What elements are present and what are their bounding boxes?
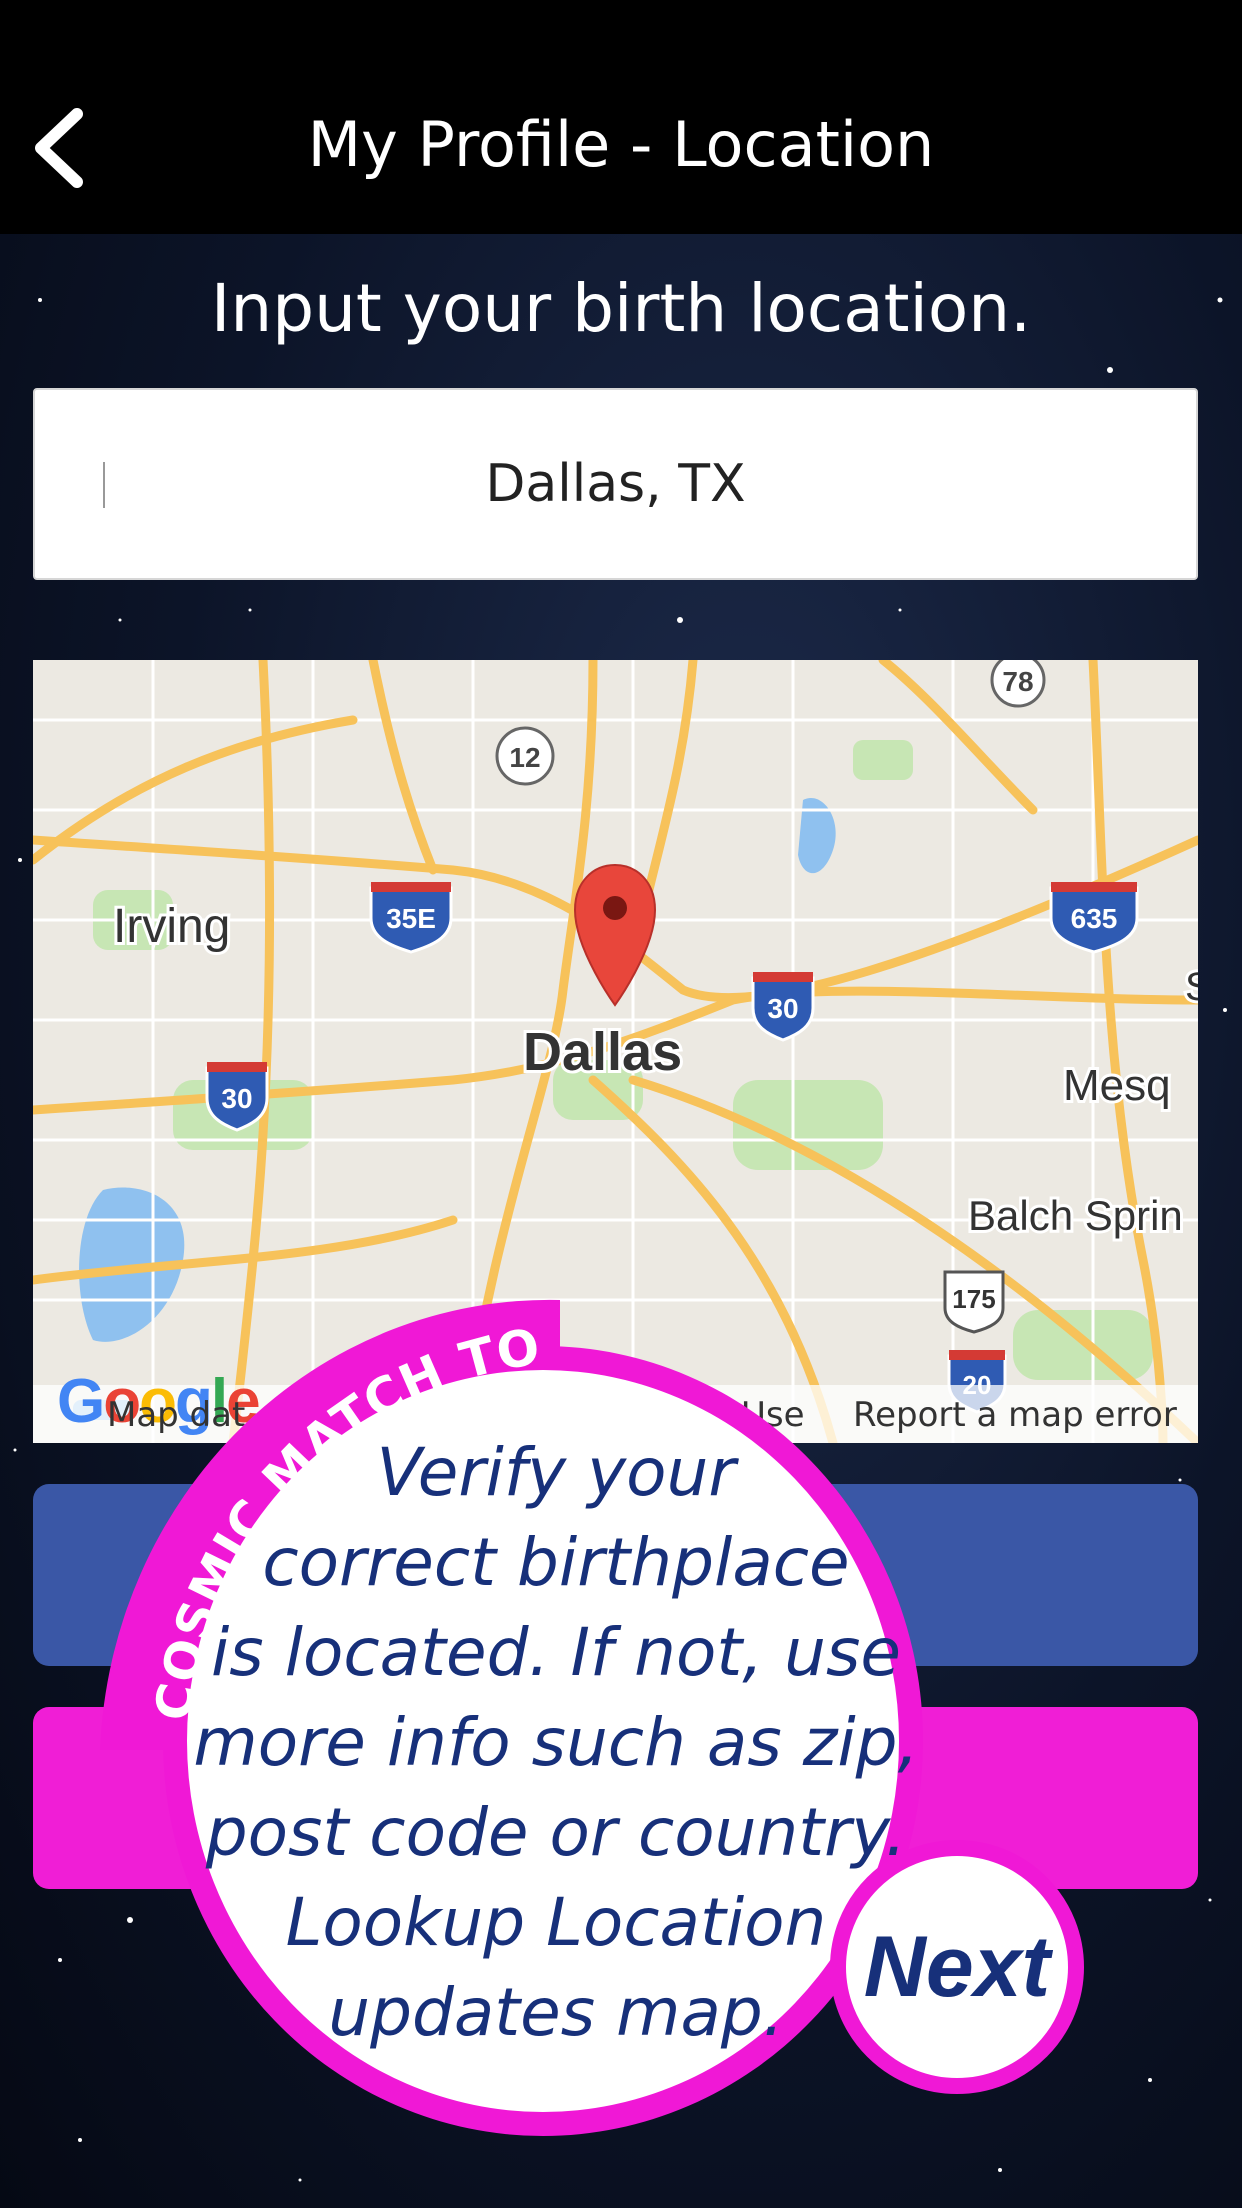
instruction-text: Input your birth location. xyxy=(210,270,1032,347)
location-input[interactable]: Dallas, TX xyxy=(33,388,1198,580)
svg-text:35E: 35E xyxy=(386,903,436,934)
svg-text:30: 30 xyxy=(221,1083,252,1114)
svg-text:635: 635 xyxy=(1071,903,1118,934)
route-shield-175: 175 xyxy=(943,1270,1005,1334)
page-title: My Profile - Location xyxy=(307,108,935,181)
map-label-irving: Irving xyxy=(113,900,230,953)
tour-line: updates map. xyxy=(328,1974,784,2051)
route-shield-35e: 35E xyxy=(369,882,453,954)
tour-line: Lookup Location xyxy=(285,1884,827,1961)
location-input-value: Dallas, TX xyxy=(485,454,746,514)
svg-text:30: 30 xyxy=(767,993,798,1024)
map-label-mesquite: Mesq xyxy=(1063,1061,1171,1110)
map-label-balch-springs: Balch Sprin xyxy=(968,1192,1183,1239)
app-header: My Profile - Location xyxy=(0,0,1242,234)
map-label-partial: S xyxy=(1185,965,1198,1009)
tour-line: post code or country. xyxy=(205,1794,907,1871)
svg-text:12: 12 xyxy=(509,742,540,773)
svg-text:175: 175 xyxy=(952,1284,995,1314)
route-shield-78: 78 xyxy=(990,660,1046,708)
route-shield-12: 12 xyxy=(495,726,555,786)
map-pin-icon xyxy=(573,863,657,1007)
route-shield-30-west: 30 xyxy=(205,1062,269,1132)
tour-next-button[interactable]: Next xyxy=(830,1840,1084,2094)
tour-ribbon: COSMIC MATCH TOUR xyxy=(60,1270,560,1750)
svg-text:78: 78 xyxy=(1002,666,1033,697)
map-label-dallas: Dallas xyxy=(523,1022,682,1082)
route-shield-635: 635 xyxy=(1049,882,1139,954)
tour-next-label: Next xyxy=(863,1918,1051,2015)
route-shield-30-east: 30 xyxy=(751,972,815,1042)
